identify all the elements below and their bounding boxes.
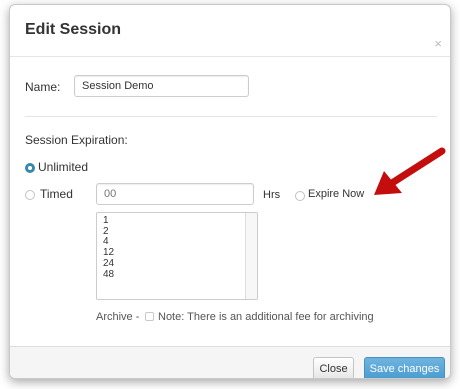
hour-option[interactable]: 24 xyxy=(103,258,257,270)
name-input[interactable] xyxy=(74,75,249,97)
hour-option[interactable]: 48 xyxy=(103,269,257,281)
close-icon[interactable]: × xyxy=(434,37,442,50)
timed-radio[interactable] xyxy=(25,190,35,200)
close-button[interactable]: Close xyxy=(313,357,354,378)
list-scrollbar[interactable] xyxy=(245,213,257,299)
timed-hours-input[interactable] xyxy=(96,183,254,205)
archive-checkbox[interactable] xyxy=(145,312,154,321)
hour-option[interactable]: 1 xyxy=(103,215,257,227)
red-arrow-icon xyxy=(374,147,446,195)
archive-label: Archive - xyxy=(96,311,140,323)
hours-select-list[interactable]: 1 2 4 12 24 48 xyxy=(96,212,258,300)
modal-header: Edit Session × xyxy=(10,5,450,57)
modal-title: Edit Session xyxy=(25,21,122,38)
hour-option[interactable]: 4 xyxy=(103,237,257,248)
expire-now-radio[interactable] xyxy=(295,191,305,201)
expire-now-label: Expire Now xyxy=(308,188,365,200)
save-changes-button[interactable]: Save changes xyxy=(364,357,445,378)
hour-option[interactable]: 2 xyxy=(103,226,257,238)
section-divider xyxy=(25,116,437,117)
session-expiration-label: Session Expiration: xyxy=(25,133,128,147)
modal-footer: Close Save changes xyxy=(10,346,450,378)
hrs-label: Hrs xyxy=(263,189,281,201)
unlimited-radio[interactable] xyxy=(25,163,35,173)
archive-row: Archive - Note: There is an additional f… xyxy=(96,311,426,325)
hour-option[interactable]: 12 xyxy=(103,247,257,259)
archive-note: Note: There is an additional fee for arc… xyxy=(158,311,374,323)
timed-label: Timed xyxy=(40,187,73,201)
name-label: Name: xyxy=(25,80,61,94)
name-row: Name: xyxy=(25,75,425,99)
unlimited-label: Unlimited xyxy=(38,160,89,174)
